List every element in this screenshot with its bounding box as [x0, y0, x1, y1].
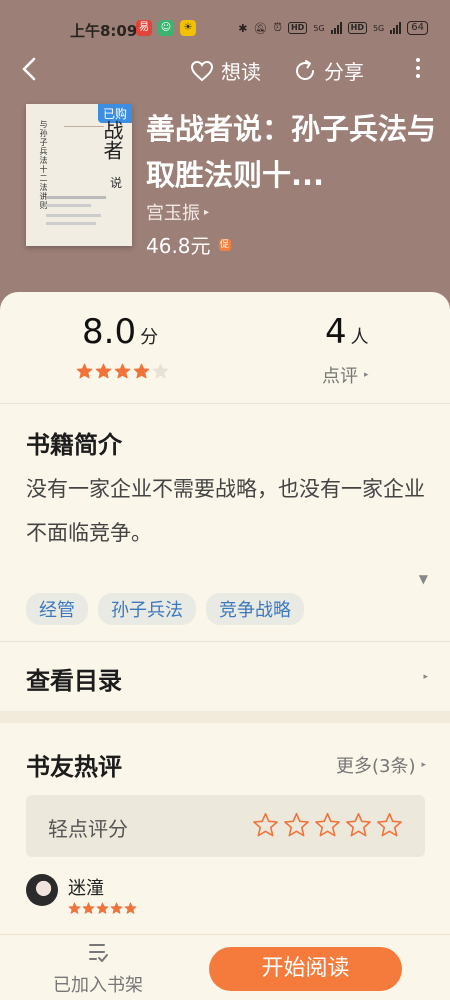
hd-icon: HD	[287, 22, 308, 34]
battery-icon: 64	[407, 21, 428, 35]
cover-title-char: 说	[110, 176, 123, 190]
rate-stars	[252, 812, 403, 839]
book-price: 46.8元	[146, 234, 211, 258]
more-dot-icon	[416, 66, 420, 70]
signal-icon	[330, 22, 342, 34]
more-reviews-label: 更多(3条)	[335, 756, 416, 777]
status-right-icons: ✱ 🔕︎ ⏰︎ HD 5G HD 5G 64	[238, 21, 428, 35]
reviewer-count: 4 人	[325, 312, 369, 352]
alarm-icon: ⏰︎	[273, 21, 282, 34]
tag[interactable]: 经管	[26, 593, 88, 625]
star-filled-icon	[82, 902, 95, 914]
heart-icon	[190, 60, 214, 81]
rating-score: 8.0 分	[82, 312, 158, 352]
hot-reviews-title: 书友热评	[26, 753, 122, 781]
back-button[interactable]	[18, 56, 42, 86]
share-icon	[296, 59, 314, 80]
intro-title: 书籍简介	[26, 431, 122, 459]
status-time: 上午8:09	[70, 22, 138, 40]
more-reviews-link[interactable]: 更多(3条) ▸	[336, 752, 426, 778]
star-outline-icon[interactable]	[345, 812, 372, 839]
detail-card: 8.0 分 4 人 点评 ▸ 书籍简介 没有一家企业不需要战略，也没有一家企业不…	[0, 292, 450, 1000]
start-reading-button[interactable]: 开始阅读	[209, 947, 402, 991]
tap-to-rate-label: 轻点评分	[48, 817, 128, 841]
chevron-right-icon: ▸	[204, 206, 210, 218]
want-read-button[interactable]: 想读	[190, 56, 261, 85]
back-arrow-icon	[22, 57, 36, 81]
review-user[interactable]: 迷潼	[26, 874, 137, 915]
divider	[0, 403, 450, 404]
network-label: 5G	[313, 23, 325, 33]
signal-icon	[390, 22, 402, 34]
bottom-bar: 已加入书架 开始阅读	[0, 934, 450, 1000]
reviews-link-label: 点评	[322, 366, 358, 387]
author-link[interactable]: 宫玉振 ▸	[146, 199, 209, 225]
hd-icon: HD	[347, 22, 367, 34]
cover-text-line	[46, 222, 96, 225]
book-cover[interactable]: 已购 与孙子兵法十二法讲则 战者 说	[26, 104, 132, 246]
star-outline-icon[interactable]	[376, 812, 403, 839]
chevron-right-icon: ▸	[421, 760, 426, 770]
star-filled-icon	[114, 363, 131, 379]
cover-text-line	[46, 196, 106, 199]
toc-label: 查看目录	[26, 667, 122, 695]
more-options-button[interactable]	[416, 58, 422, 82]
star-empty-icon	[152, 363, 169, 379]
top-nav: 想读 分享	[0, 52, 450, 88]
more-dot-icon	[416, 74, 420, 78]
app-notification-icon: ☀	[180, 20, 196, 36]
tag-list: 经管 孙子兵法 竞争战略	[26, 593, 304, 625]
score-value: 8.0	[82, 312, 137, 352]
app-notification-icon: 易	[136, 20, 152, 36]
share-label: 分享	[324, 60, 364, 84]
price-row: 46.8元 促	[146, 230, 231, 259]
cover-text-line	[46, 214, 101, 217]
status-app-icons: 易 ☺ ☀	[136, 20, 196, 36]
app-notification-icon: ☺	[158, 20, 174, 36]
promo-badge: 促	[218, 238, 231, 251]
star-outline-icon[interactable]	[283, 812, 310, 839]
cover-title: 战者	[100, 120, 124, 160]
tag[interactable]: 孙子兵法	[98, 593, 196, 625]
avatar	[26, 874, 58, 906]
tap-to-rate-box: 轻点评分	[26, 795, 425, 857]
network-label: 5G	[372, 23, 385, 33]
score-unit: 分	[140, 327, 159, 348]
star-filled-icon	[110, 902, 123, 914]
bookshelf-added-icon	[89, 944, 108, 962]
star-filled-icon	[76, 363, 93, 379]
chevron-right-icon: ▸	[423, 672, 428, 682]
chevron-right-icon: ▸	[364, 370, 369, 380]
intro-text: 没有一家企业不需要战略，也没有一家企业不面临竞争。	[26, 477, 425, 545]
star-outline-icon[interactable]	[314, 812, 341, 839]
share-button[interactable]: 分享	[293, 56, 364, 85]
star-outline-icon[interactable]	[252, 812, 279, 839]
review-user-stars	[68, 902, 137, 915]
mute-icon: 🔕︎	[253, 21, 268, 35]
tag[interactable]: 竞争战略	[206, 593, 304, 625]
shelf-button[interactable]: 已加入书架	[48, 943, 148, 997]
star-filled-icon	[95, 363, 112, 379]
reviewer-count-unit: 人	[350, 327, 369, 348]
section-divider	[0, 711, 450, 723]
more-dot-icon	[416, 58, 420, 62]
book-title: 善战者说：孙子兵法与取胜法则十...	[146, 112, 437, 192]
reviews-link[interactable]: 点评 ▸	[322, 362, 369, 388]
want-read-label: 想读	[221, 60, 261, 84]
star-filled-icon	[124, 902, 137, 914]
divider	[0, 641, 450, 642]
cover-text-line	[46, 204, 91, 207]
reviewer-count-value: 4	[325, 312, 347, 352]
bluetooth-icon: ✱	[238, 21, 248, 35]
star-filled-icon	[96, 902, 109, 914]
expand-icon[interactable]: ▼	[419, 572, 428, 586]
author-name: 宫玉振	[146, 203, 200, 224]
rating-stars	[76, 363, 169, 380]
shelf-label: 已加入书架	[53, 975, 143, 996]
review-user-name: 迷潼	[68, 878, 104, 899]
star-filled-icon	[133, 363, 150, 379]
status-bar: 上午8:09 易 ☺ ☀ ✱ 🔕︎ ⏰︎ HD 5G HD 5G 64	[0, 0, 450, 44]
star-filled-icon	[68, 902, 81, 914]
